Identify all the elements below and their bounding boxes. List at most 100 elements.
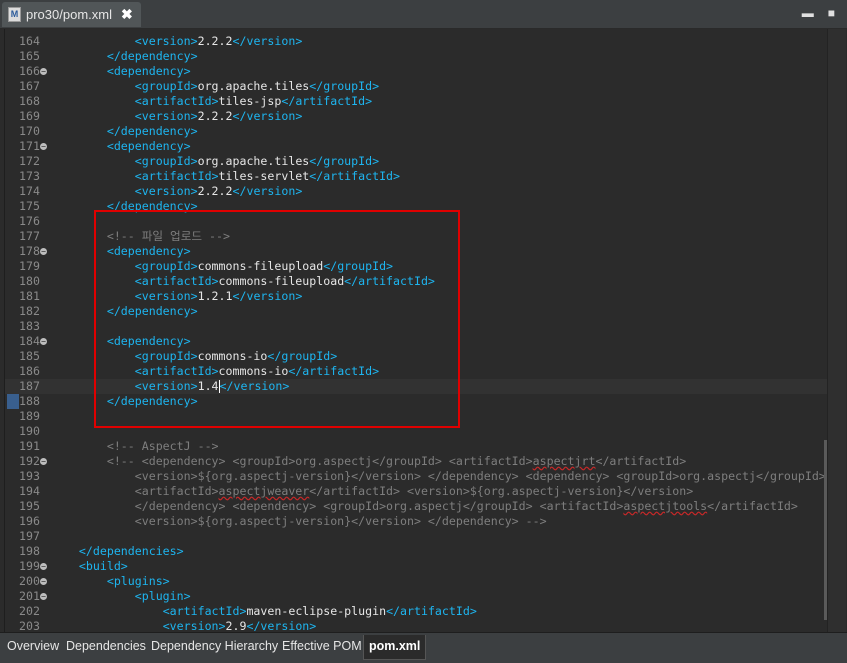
code-line[interactable]: 173 <artifactId>tiles-servlet</artifactI… <box>5 169 828 184</box>
code-line[interactable]: 201− <plugin> <box>5 589 828 604</box>
vertical-scrollbar[interactable] <box>827 29 846 632</box>
fold-toggle-icon[interactable]: − <box>40 593 47 601</box>
code-line[interactable]: 198 </dependencies> <box>5 544 828 559</box>
code-line[interactable]: 182 </dependency> <box>5 304 828 319</box>
code-line[interactable]: 179 <groupId>commons-fileupload</groupId… <box>5 259 828 274</box>
code-line[interactable]: 169 <version>2.2.2</version> <box>5 109 828 124</box>
maximize-icon[interactable]: ■ <box>828 6 835 20</box>
code-line[interactable]: 167 <groupId>org.apache.tiles</groupId> <box>5 79 828 94</box>
line-number: 169 <box>19 109 40 123</box>
code-line[interactable]: 193 <version>${org.aspectj-version}</ver… <box>5 469 828 484</box>
code-line[interactable]: 166− <dependency> <box>5 64 828 79</box>
tab-effective-pom[interactable]: Effective POM <box>282 639 362 653</box>
xml-tag: <artifactId> <box>162 604 247 618</box>
editor-tab-pom[interactable]: M pro30/pom.xml ✖ <box>2 2 141 27</box>
xml-tag: </version> <box>232 289 303 303</box>
line-number: 180 <box>19 274 40 288</box>
fold-toggle-icon[interactable]: − <box>40 578 47 586</box>
xml-text: commons-fileupload <box>197 259 324 273</box>
fold-toggle-icon[interactable]: − <box>40 458 47 466</box>
minimize-icon[interactable]: ▬ <box>802 6 814 20</box>
code-line[interactable]: 187 <version>1.4</version> <box>5 379 828 394</box>
xml-tag: </dependency> <box>106 199 198 213</box>
code-line[interactable]: 170 </dependency> <box>5 124 828 139</box>
xml-tag: </artifactId> <box>386 604 477 618</box>
fold-toggle-icon[interactable]: − <box>40 338 47 346</box>
code-line[interactable]: 164 <version>2.2.2</version> <box>5 34 828 49</box>
code-text: <artifactId>commons-io</artifactId> <box>51 364 379 379</box>
xml-tag: <artifactId> <box>134 94 219 108</box>
code-line[interactable]: 188 </dependency> <box>5 394 828 409</box>
code-line[interactable]: 190 <box>5 424 828 439</box>
fold-toggle-icon[interactable]: − <box>40 248 47 256</box>
tab-pom-xml[interactable]: pom.xml <box>363 635 427 660</box>
xml-tag: <version> <box>134 379 198 393</box>
code-line[interactable]: 181 <version>1.2.1</version> <box>5 289 828 304</box>
code-line[interactable]: 176 <box>5 214 828 229</box>
code-line[interactable]: 200− <plugins> <box>5 574 828 589</box>
code-line[interactable]: 192− <!-- <dependency> <groupId>org.aspe… <box>5 454 828 469</box>
code-line[interactable]: 178− <dependency> <box>5 244 828 259</box>
code-line[interactable]: 195 </dependency> <dependency> <groupId>… <box>5 499 828 514</box>
line-number: 165 <box>19 49 40 63</box>
code-line[interactable]: 175 </dependency> <box>5 199 828 214</box>
tab-dependencies[interactable]: Dependencies <box>66 639 146 653</box>
fold-toggle-icon[interactable]: − <box>40 563 47 571</box>
xml-tag: </artifactId> <box>288 364 380 378</box>
xml-text: org.apache.tiles <box>197 79 310 93</box>
tab-dependency-hierarchy[interactable]: Dependency Hierarchy <box>151 639 278 653</box>
code-line[interactable]: 184− <dependency> <box>5 334 828 349</box>
fold-toggle-icon[interactable]: − <box>40 68 47 76</box>
fold-toggle-icon[interactable]: − <box>40 143 47 151</box>
code-line[interactable]: 194 <artifactId>aspectjweaver</artifactI… <box>5 484 828 499</box>
close-icon[interactable]: ✖ <box>121 6 133 23</box>
xml-text: 2.9 <box>225 619 247 632</box>
code-line[interactable]: 199− <build> <box>5 559 828 574</box>
code-line[interactable]: 197 <box>5 529 828 544</box>
code-text: </dependencies> <box>51 544 184 559</box>
line-number: 186 <box>19 364 40 378</box>
tab-overview[interactable]: Overview <box>7 639 59 653</box>
code-line[interactable]: 186 <artifactId>commons-io</artifactId> <box>5 364 828 379</box>
xml-text: 2.2.2 <box>197 109 233 123</box>
xml-text: tiles-servlet <box>218 169 310 183</box>
code-line[interactable]: 185 <groupId>commons-io</groupId> <box>5 349 828 364</box>
xml-text: org.apache.tiles <box>197 154 310 168</box>
code-editor[interactable]: 164 <version>2.2.2</version> 165 </depend… <box>4 29 828 632</box>
editor-page-tabs: Overview Dependencies Dependency Hierarc… <box>0 632 847 663</box>
xml-comment: </dependency> <dependency> <groupId>org.… <box>134 499 624 513</box>
code-text: <version>1.4</version> <box>51 379 289 394</box>
maven-file-icon: M <box>8 7 21 22</box>
xml-tag: </artifactId> <box>281 94 373 108</box>
code-line[interactable]: 165 </dependency> <box>5 49 828 64</box>
code-line[interactable]: 183 <box>5 319 828 334</box>
code-text: <plugin> <box>51 589 191 604</box>
line-number: 183 <box>19 319 40 333</box>
code-line[interactable]: 171− <dependency> <box>5 139 828 154</box>
code-line[interactable]: 203 <version>2.9</version> <box>5 619 828 632</box>
code-line[interactable]: 174 <version>2.2.2</version> <box>5 184 828 199</box>
code-text: </dependency> <box>51 124 198 139</box>
code-line[interactable]: 172 <groupId>org.apache.tiles</groupId> <box>5 154 828 169</box>
code-line[interactable]: 177 <!-- 파일 업로드 --> <box>5 229 828 244</box>
xml-text: commons-fileupload <box>218 274 345 288</box>
code-line[interactable]: 189 <box>5 409 828 424</box>
xml-tag: </version> <box>219 379 290 393</box>
code-text: </dependency> <box>51 394 198 409</box>
scrollbar-thumb[interactable] <box>824 440 827 620</box>
xml-tag: <artifactId> <box>134 364 219 378</box>
line-number: 176 <box>19 214 40 228</box>
xml-tag: </dependency> <box>106 49 198 63</box>
xml-text: commons-io <box>218 364 289 378</box>
code-line[interactable]: 202 <artifactId>maven-eclipse-plugin</ar… <box>5 604 828 619</box>
xml-tag: </version> <box>232 184 303 198</box>
line-number: 166 <box>19 64 40 78</box>
code-line[interactable]: 180 <artifactId>commons-fileupload</arti… <box>5 274 828 289</box>
code-text: <version>${org.aspectj-version}</version… <box>51 514 547 529</box>
code-line[interactable]: 191 <!-- AspectJ --> <box>5 439 828 454</box>
line-number: 187 <box>19 379 40 393</box>
line-number: 195 <box>19 499 40 513</box>
code-line[interactable]: 196 <version>${org.aspectj-version}</ver… <box>5 514 828 529</box>
code-line[interactable]: 168 <artifactId>tiles-jsp</artifactId> <box>5 94 828 109</box>
line-number: 173 <box>19 169 40 183</box>
